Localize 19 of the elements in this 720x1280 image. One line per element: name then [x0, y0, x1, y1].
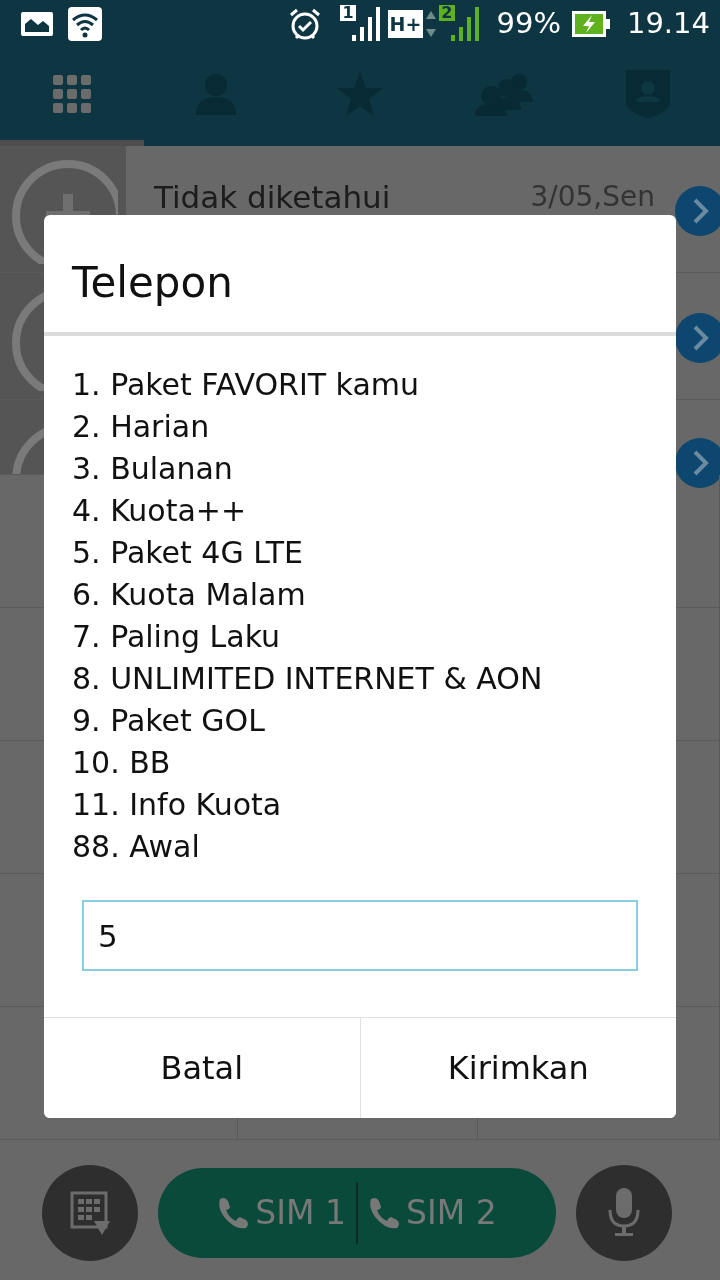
menu-option: 4. Kuota++: [72, 490, 648, 532]
menu-option: 88. Awal: [72, 826, 648, 868]
menu-option: 10. BB: [72, 742, 648, 784]
menu-option: 6. Kuota Malam: [72, 574, 648, 616]
dialog-title: Telepon: [44, 215, 676, 336]
network-type-badge: H+: [387, 10, 424, 38]
menu-option: 1. Paket FAVORIT kamu: [72, 364, 648, 406]
battery-percent: 99%: [496, 5, 561, 43]
menu-option: 5. Paket 4G LTE: [72, 532, 648, 574]
sim-slot-number: 2: [439, 5, 455, 21]
menu-option: 11. Info Kuota: [72, 784, 648, 826]
menu-option: 9. Paket GOL: [72, 700, 648, 742]
caller-name: Tidak diketahui: [154, 178, 391, 217]
menu-option: 3. Bulanan: [72, 448, 648, 490]
menu-option: 7. Paling Laku: [72, 616, 648, 658]
menu-option: 8. UNLIMITED INTERNET & AON: [72, 658, 648, 700]
menu-option: 2. Harian: [72, 406, 648, 448]
clock-time: 19.14: [626, 5, 710, 43]
sim-slot-number: 1: [340, 5, 356, 21]
